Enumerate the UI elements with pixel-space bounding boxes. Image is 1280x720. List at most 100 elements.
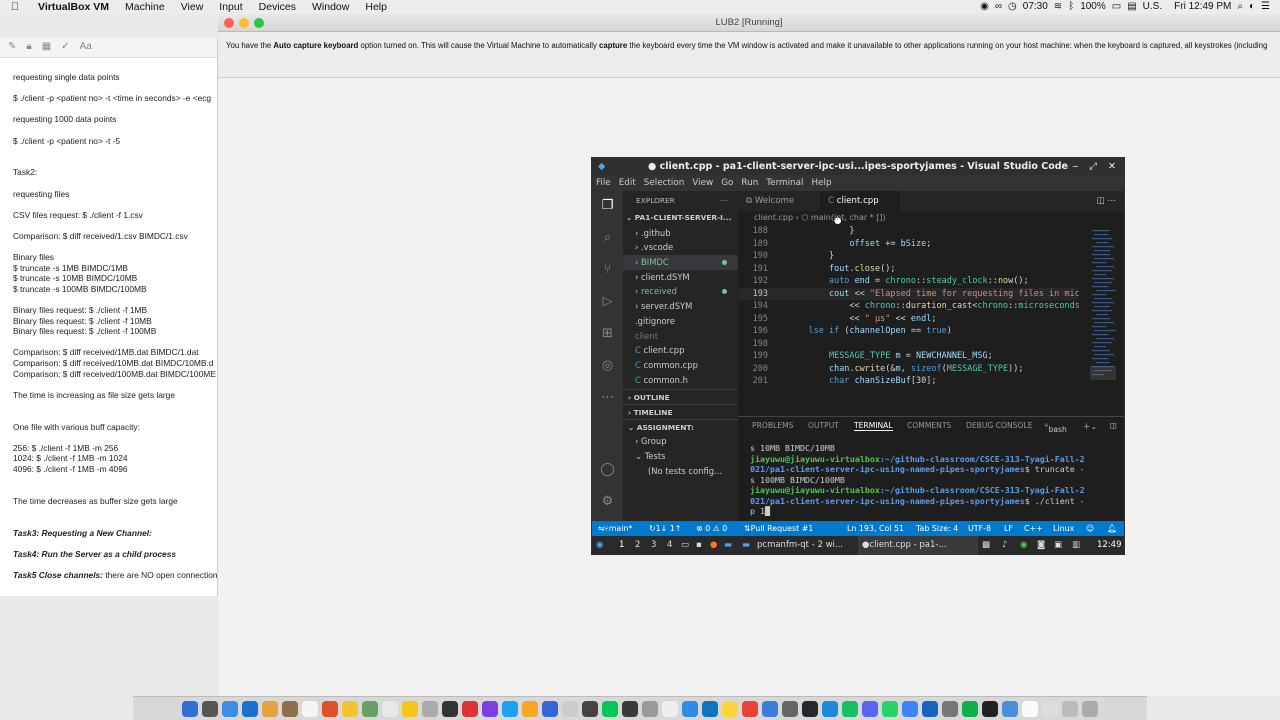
more-icon[interactable]: ⋯	[599, 389, 616, 406]
search-icon[interactable]: ⌕	[1237, 0, 1243, 14]
timeline-section[interactable]: › TIMELINE	[623, 404, 738, 419]
code-line[interactable]: 190 }	[738, 250, 1078, 263]
file-tree-item[interactable]: › client.dSYM	[623, 270, 738, 285]
start-menu-icon[interactable]: ◉	[596, 536, 603, 555]
dock-app-icon[interactable]	[982, 700, 998, 717]
window-controls[interactable]: ‒ ⤢ ✕	[1072, 158, 1120, 175]
file-tree-item[interactable]: › .github	[623, 226, 738, 241]
dock-app-icon[interactable]	[542, 700, 558, 717]
show-desktop-icon[interactable]: ▭	[681, 536, 689, 555]
dock-app-icon[interactable]	[822, 700, 838, 717]
dock-app-icon[interactable]	[302, 700, 318, 717]
dock-app-icon[interactable]	[802, 700, 818, 717]
file-tree-item[interactable]: › server.dSYM	[623, 299, 738, 314]
siri-icon[interactable]: ◐	[1249, 0, 1255, 14]
file-tree-item[interactable]: client	[623, 329, 738, 344]
status-position[interactable]: Ln 193, Col 51	[847, 521, 904, 536]
vscode-menu-run[interactable]: Run	[737, 178, 762, 188]
bluetooth-icon[interactable]: ᛒ	[1068, 0, 1074, 14]
menubar-item-devices[interactable]: Devices	[251, 0, 304, 14]
vscode-menu-go[interactable]: Go	[717, 178, 737, 188]
code-line[interactable]: 192 auto end = chrono::steady_clock::now…	[738, 275, 1078, 288]
firefox-icon[interactable]: ●	[710, 536, 717, 555]
file-tree-item[interactable]: C common.h	[623, 373, 738, 388]
status-encoding[interactable]: UTF-8	[968, 521, 991, 536]
menubar-item-machine[interactable]: Machine	[117, 0, 173, 14]
file-tree-item[interactable]: › BIMDC	[623, 255, 738, 270]
run-debug-icon[interactable]: ▷	[599, 293, 616, 310]
tray-icon-3[interactable]: ◙	[1037, 536, 1045, 555]
apple-icon[interactable]: 	[0, 1, 30, 13]
dock-app-icon[interactable]	[562, 700, 578, 717]
dock-app-icon[interactable]	[962, 700, 978, 717]
dock-app-icon[interactable]	[242, 700, 258, 717]
terminal-shell-selector[interactable]: ⑂ bash	[1044, 421, 1067, 434]
dock-app-icon[interactable]	[262, 700, 278, 717]
tests-item[interactable]: ⌄ Tests	[623, 449, 738, 464]
menubar-item-window[interactable]: Window	[304, 0, 357, 14]
code-line[interactable]: 195 << " µs" << endl;	[738, 313, 1078, 326]
tray-icon-2[interactable]: ◉	[1020, 536, 1027, 555]
code-line[interactable]: 194 << chrono::duration_cast<chrono::mic…	[738, 300, 1080, 313]
workspace-4[interactable]: 4	[667, 536, 672, 555]
code-line[interactable]: 196 lse if (channelOpen == true)	[738, 325, 1078, 338]
code-line[interactable]: 188 }	[738, 225, 1078, 238]
glasses-icon[interactable]: ∞	[995, 0, 1002, 14]
tray-icon-4[interactable]: ▣	[1054, 536, 1062, 555]
code-line[interactable]: 191 fout.close();	[738, 263, 1078, 276]
code-line[interactable]: 199 MESSAGE_TYPE m = NEWCHANNEL_MSG;	[738, 350, 1078, 363]
dock-app-icon[interactable]	[942, 700, 958, 717]
volume-icon[interactable]: ♪	[1002, 536, 1007, 555]
dock-app-icon[interactable]	[502, 700, 518, 717]
outline-section[interactable]: › OUTLINE	[623, 389, 738, 404]
dock-app-icon[interactable]	[842, 700, 858, 717]
menubar-item-input[interactable]: Input	[211, 0, 250, 14]
dock-app-icon[interactable]	[582, 700, 598, 717]
source-control-icon[interactable]: ⑂	[599, 261, 616, 278]
code-line[interactable]: 201 char chanSizeBuf[30];	[738, 375, 1078, 388]
lock-icon[interactable]: 🔒︎	[26, 41, 31, 52]
dock-app-icon[interactable]	[922, 700, 938, 717]
dock-app-icon[interactable]	[202, 700, 218, 717]
project-root[interactable]: ⌄ PA1-CLIENT-SERVER-I...	[623, 211, 738, 226]
dock-app-icon[interactable]	[1042, 700, 1058, 717]
code-editor[interactable]: ⧉ Welcome C client.cpp ● ◫ ⋯ client.cpp …	[738, 191, 1124, 416]
compose-icon[interactable]: ✎	[8, 41, 16, 52]
explorer-icon[interactable]: ❐	[599, 197, 616, 214]
panel-tab-output[interactable]: OUTPUT	[808, 421, 839, 430]
dock-app-icon[interactable]	[462, 700, 478, 717]
dock-app-icon[interactable]	[482, 700, 498, 717]
workspace-3[interactable]: 3	[651, 536, 656, 555]
vscode-menu-help[interactable]: Help	[807, 178, 835, 188]
dock-app-icon[interactable]	[602, 700, 618, 717]
workspace-2[interactable]: 2	[635, 536, 640, 555]
dock-app-icon[interactable]	[862, 700, 878, 717]
more-actions-icon[interactable]: ⋯	[721, 191, 728, 211]
account-icon[interactable]: ◯	[599, 461, 616, 478]
dock-app-icon[interactable]	[742, 700, 758, 717]
file-tree-item[interactable]: C common.cpp	[623, 358, 738, 373]
dock-app-icon[interactable]	[362, 700, 378, 717]
github-icon[interactable]: ◎	[599, 357, 616, 374]
terminal-output[interactable]: s 10MB BIMDC/10MB jiayuwu@jiayuwu-virtual…	[750, 443, 1120, 517]
tab-welcome[interactable]: ⧉ Welcome	[738, 191, 820, 211]
workspace-1[interactable]: 1	[619, 536, 624, 555]
dock-app-icon[interactable]	[782, 700, 798, 717]
status-tab-size[interactable]: Tab Size: 4	[916, 521, 958, 536]
zoom-window-button[interactable]	[254, 18, 264, 28]
dock-app-icon[interactable]	[722, 700, 738, 717]
panel-tab-comments[interactable]: COMMENTS	[907, 421, 951, 430]
tray-icon-1[interactable]: ▩	[982, 536, 990, 555]
table-icon[interactable]: ▦	[42, 41, 51, 52]
status-eol[interactable]: LF	[1004, 521, 1013, 536]
dock-app-icon[interactable]	[322, 700, 338, 717]
menubar-timer[interactable]: 07:30	[1023, 0, 1048, 14]
task-pcmanfm[interactable]: pcmanfm-qt - 2 wi...	[757, 536, 843, 555]
dock-app-icon[interactable]	[1002, 700, 1018, 717]
breadcrumb[interactable]: client.cpp › ⬡ main(int, char * [])	[738, 211, 1124, 224]
file-tree-item[interactable]: .gitignore	[623, 314, 738, 329]
battery-icon[interactable]: ▭	[1112, 0, 1121, 14]
dock-app-icon[interactable]	[1022, 700, 1038, 717]
task-vscode[interactable]: ● client.cpp - pa1-...	[858, 536, 978, 555]
notifications-bell-icon[interactable]: 🔔︎	[1107, 521, 1117, 536]
